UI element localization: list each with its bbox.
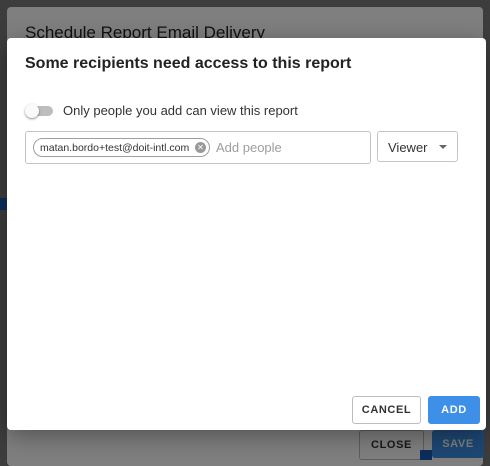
toggle-thumb (25, 104, 39, 118)
restrict-access-label: Only people you add can view this report (63, 103, 298, 118)
add-people-input[interactable] (216, 138, 364, 157)
recipient-chip: matan.bordo+test@doit-intl.com ✕ (33, 138, 210, 157)
people-field[interactable]: matan.bordo+test@doit-intl.com ✕ (25, 131, 371, 164)
cancel-button[interactable]: CANCEL (352, 396, 421, 424)
close-circle-icon[interactable]: ✕ (195, 142, 206, 153)
dialog-title: Some recipients need access to this repo… (25, 55, 352, 72)
recipient-chip-label: matan.bordo+test@doit-intl.com (40, 141, 190, 154)
role-select[interactable]: Viewer (377, 131, 458, 162)
restrict-access-toggle[interactable] (25, 104, 55, 118)
add-button[interactable]: ADD (428, 396, 480, 424)
caret-down-icon (439, 145, 447, 149)
share-access-dialog: Some recipients need access to this repo… (7, 38, 486, 430)
role-select-value: Viewer (388, 140, 428, 155)
